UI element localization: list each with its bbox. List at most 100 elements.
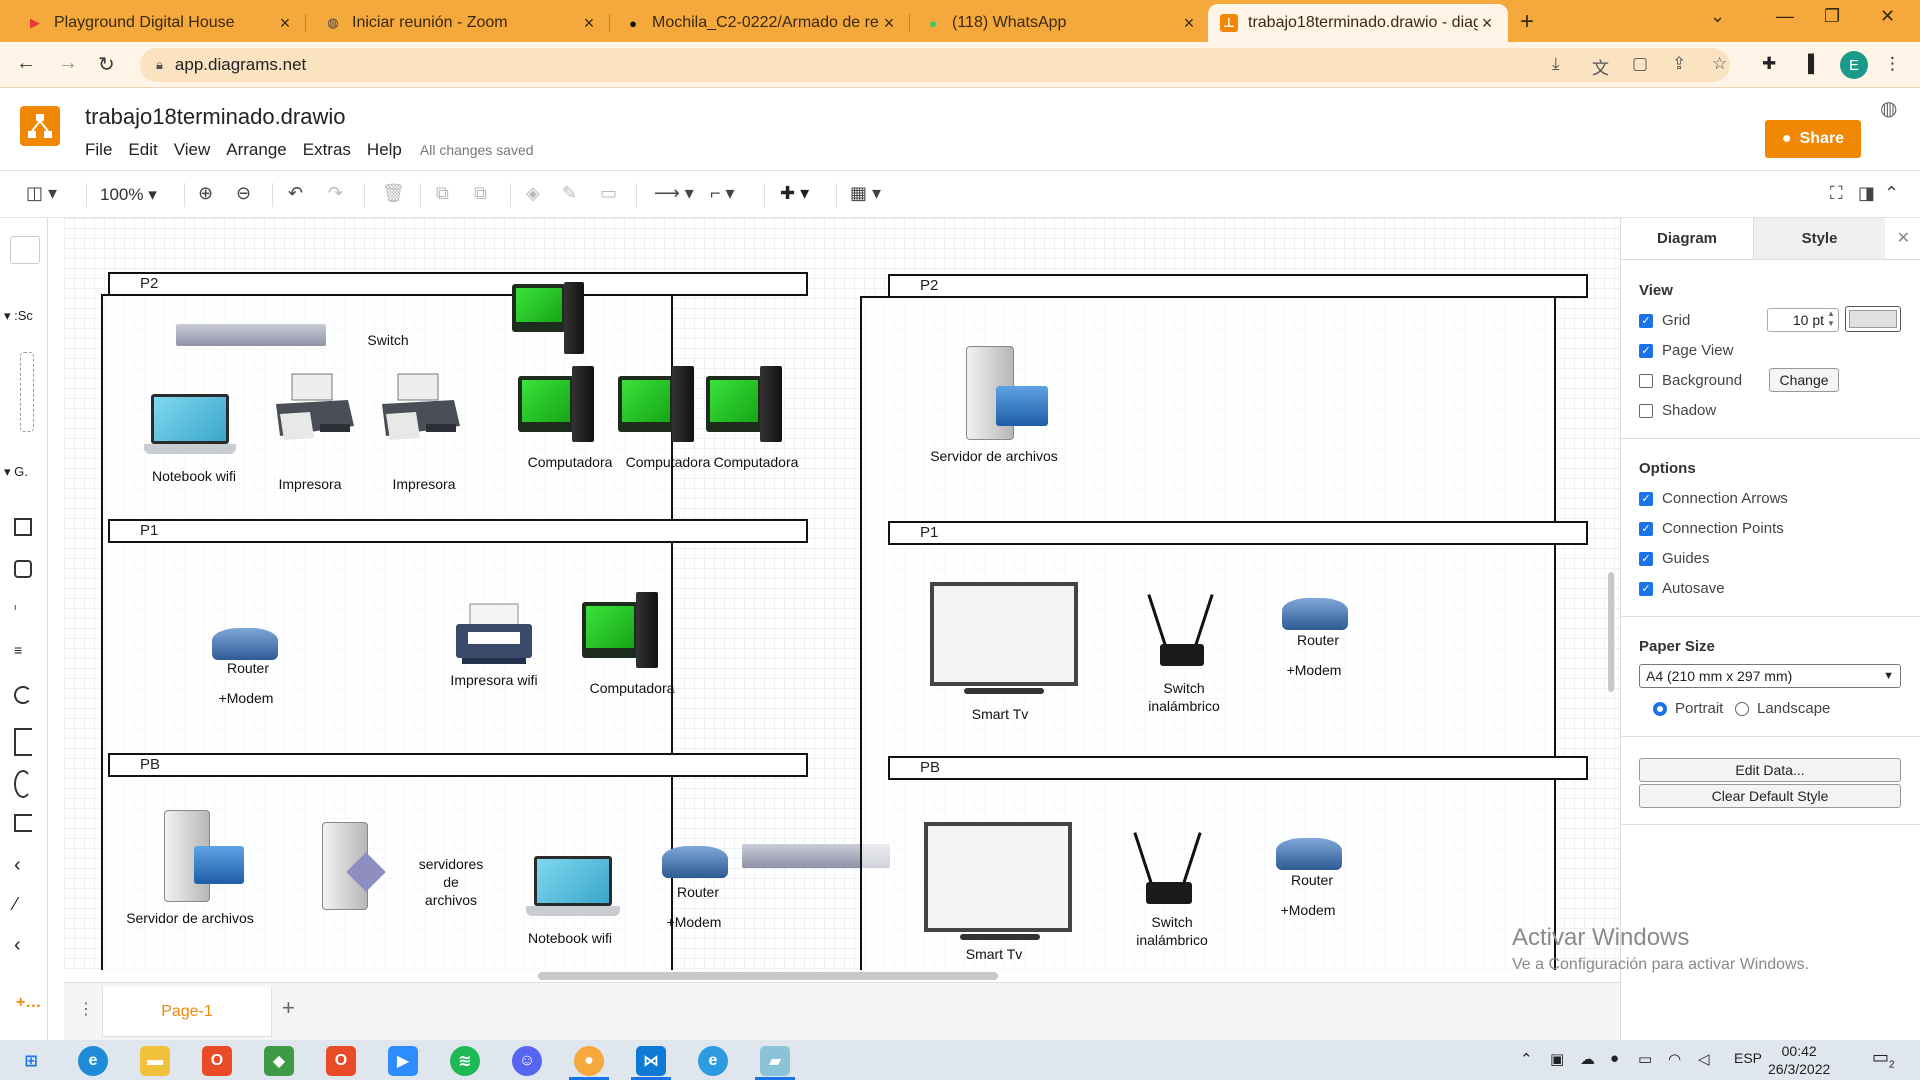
process-shape[interactable] [14, 814, 32, 832]
textbox-shape[interactable]: ≡ [14, 642, 22, 658]
wifi-printer-device[interactable] [452, 602, 536, 666]
checkbox-empty-icon[interactable] [1639, 403, 1653, 418]
shadow-option[interactable]: Shadow [1639, 402, 1716, 419]
text-shape[interactable]: ı [14, 602, 17, 612]
autosave-option[interactable]: ✓ Autosave [1639, 580, 1725, 597]
office-icon-2[interactable]: O [326, 1046, 356, 1076]
internet-explorer-icon[interactable]: e [698, 1046, 728, 1076]
add-page-button[interactable]: + [282, 995, 295, 1021]
diagram-canvas[interactable]: P2 P1 PB Switch Notebook wifi Impresora … [64, 218, 1620, 970]
drawio-logo[interactable] [20, 106, 60, 146]
tray-language[interactable]: ESP [1734, 1050, 1762, 1066]
menu-edit[interactable]: Edit [128, 140, 157, 160]
scratchpad-section[interactable]: ▾ :Sc [4, 308, 33, 324]
clear-default-style-button[interactable]: Clear Default Style [1639, 784, 1901, 808]
background-option[interactable]: Background [1639, 372, 1742, 389]
hexagon-shape[interactable]: ‹ [14, 934, 21, 957]
lock-icon[interactable]: 🔒︎ [156, 57, 163, 73]
close-tab-icon[interactable]: × [580, 13, 598, 34]
checkbox-checked-icon[interactable]: ✓ [1639, 581, 1653, 596]
vertical-scrollbar[interactable] [1608, 572, 1614, 692]
tray-wifi-icon[interactable]: ◠ [1668, 1050, 1681, 1068]
connection-points-option[interactable]: ✓ Connection Points [1639, 520, 1784, 537]
pages-menu-icon[interactable]: ⋮ [78, 999, 94, 1019]
grid-color-swatch[interactable] [1845, 306, 1901, 332]
browser-menu-icon[interactable]: ⋮ [1884, 54, 1901, 74]
square-shape[interactable] [14, 728, 32, 756]
reload-icon[interactable]: ↻ [98, 52, 115, 77]
rectangle-shape[interactable] [14, 518, 32, 536]
printer-device[interactable] [376, 370, 466, 450]
browser-tab-drawio[interactable]: ⊥ trabajo18terminado.drawio - diag × [1208, 4, 1508, 42]
connection-style-icon[interactable]: ⟶ ▾ [654, 183, 694, 204]
landscape-option[interactable]: Landscape [1735, 700, 1830, 717]
edge-icon[interactable]: e [78, 1046, 108, 1076]
tray-mic-icon[interactable]: ● [1610, 1050, 1619, 1067]
tab-search-icon[interactable]: ⌄ [1710, 6, 1725, 27]
parallelogram-shape[interactable]: ⁄ [14, 894, 17, 915]
browser-tab-whatsapp[interactable]: ● (118) WhatsApp × [912, 4, 1210, 42]
to-back-icon[interactable]: ⧉ [474, 183, 487, 204]
taskbar-clock[interactable]: 00:42 26/3/2022 [1768, 1042, 1830, 1078]
minimize-icon[interactable]: — [1776, 6, 1794, 27]
document-icon[interactable]: ▢ [1632, 54, 1648, 74]
close-tab-icon[interactable]: × [880, 13, 898, 34]
browser-tab-zoom[interactable]: ◍ Iniciar reunión - Zoom × [312, 4, 610, 42]
format-panel-toggle-icon[interactable]: ◫ ▾ [26, 183, 57, 204]
scratchpad-area[interactable] [20, 352, 34, 432]
cube-app-icon[interactable]: ◆ [264, 1046, 294, 1076]
notification-center-icon[interactable]: ▭2 [1872, 1047, 1895, 1071]
grid-size-stepper[interactable]: ▲ ▼ [1827, 309, 1835, 329]
computer-monitor[interactable] [518, 376, 574, 432]
floor-label-p1-left[interactable]: P1 [108, 519, 808, 543]
ellipse-shape[interactable] [14, 686, 32, 704]
checkbox-checked-icon[interactable]: ✓ [1639, 491, 1653, 506]
more-shapes-button[interactable]: +… [16, 994, 41, 1012]
router-device[interactable] [212, 628, 278, 660]
page-view-option[interactable]: ✓ Page View [1639, 342, 1733, 359]
browser-tab-playground[interactable]: ▶ Playground Digital House × [14, 4, 306, 42]
document-title[interactable]: trabajo18terminado.drawio [85, 104, 346, 130]
vscode-icon[interactable]: ⋈ [636, 1046, 666, 1076]
menu-help[interactable]: Help [367, 140, 402, 160]
guides-option[interactable]: ✓ Guides [1639, 550, 1710, 567]
rounded-rectangle-shape[interactable] [14, 560, 32, 578]
office-icon[interactable]: O [202, 1046, 232, 1076]
printer-device[interactable] [270, 370, 360, 450]
back-icon[interactable]: ← [16, 52, 36, 75]
grid-option[interactable]: ✓ Grid [1639, 312, 1690, 329]
spotify-icon[interactable]: ≋ [450, 1046, 480, 1076]
tab-style[interactable]: Style [1753, 218, 1885, 259]
zoom-icon[interactable]: ▶ [388, 1046, 418, 1076]
circle-shape[interactable] [14, 770, 32, 798]
bookmark-star-icon[interactable]: ☆ [1712, 54, 1727, 74]
floor-label-pb-left[interactable]: PB [108, 753, 808, 777]
tab-diagram[interactable]: Diagram [1621, 218, 1753, 259]
checkbox-checked-icon[interactable]: ✓ [1639, 551, 1653, 566]
side-panel-icon[interactable]: ▐ [1802, 54, 1814, 74]
tray-chevron-icon[interactable]: ⌃ [1520, 1050, 1533, 1068]
zoom-out-icon[interactable]: ⊖ [236, 183, 251, 204]
router-device[interactable] [1282, 598, 1348, 630]
menu-view[interactable]: View [174, 140, 211, 160]
connection-arrows-option[interactable]: ✓ Connection Arrows [1639, 490, 1788, 507]
horizontal-scrollbar[interactable] [538, 972, 998, 980]
menu-arrange[interactable]: Arrange [226, 140, 286, 160]
smart-tv-device[interactable] [924, 822, 1072, 932]
app-icon[interactable]: ▰ [760, 1046, 790, 1076]
tray-cloud-icon[interactable]: ☁ [1580, 1050, 1595, 1068]
edit-data-button[interactable]: Edit Data... [1639, 758, 1901, 782]
zoom-level[interactable]: 100% ▾ [100, 185, 157, 205]
fill-color-icon[interactable]: ◈ [526, 183, 540, 204]
checkbox-checked-icon[interactable]: ✓ [1639, 313, 1653, 328]
windows-start-icon[interactable]: ⊞ [16, 1046, 46, 1076]
tray-volume-icon[interactable]: ◁ [1698, 1050, 1710, 1068]
search-shapes-input[interactable] [10, 236, 40, 264]
radio-empty-icon[interactable] [1735, 701, 1749, 716]
collapse-icon[interactable]: ⌃ [1884, 183, 1899, 204]
translate-icon[interactable]: 文 [1592, 54, 1609, 79]
floor-label-pb-right[interactable]: PB [888, 756, 1588, 780]
new-tab-button[interactable]: + [1520, 8, 1534, 36]
delete-icon[interactable]: 🗑︎ [382, 183, 405, 204]
forward-icon[interactable]: → [58, 52, 78, 75]
